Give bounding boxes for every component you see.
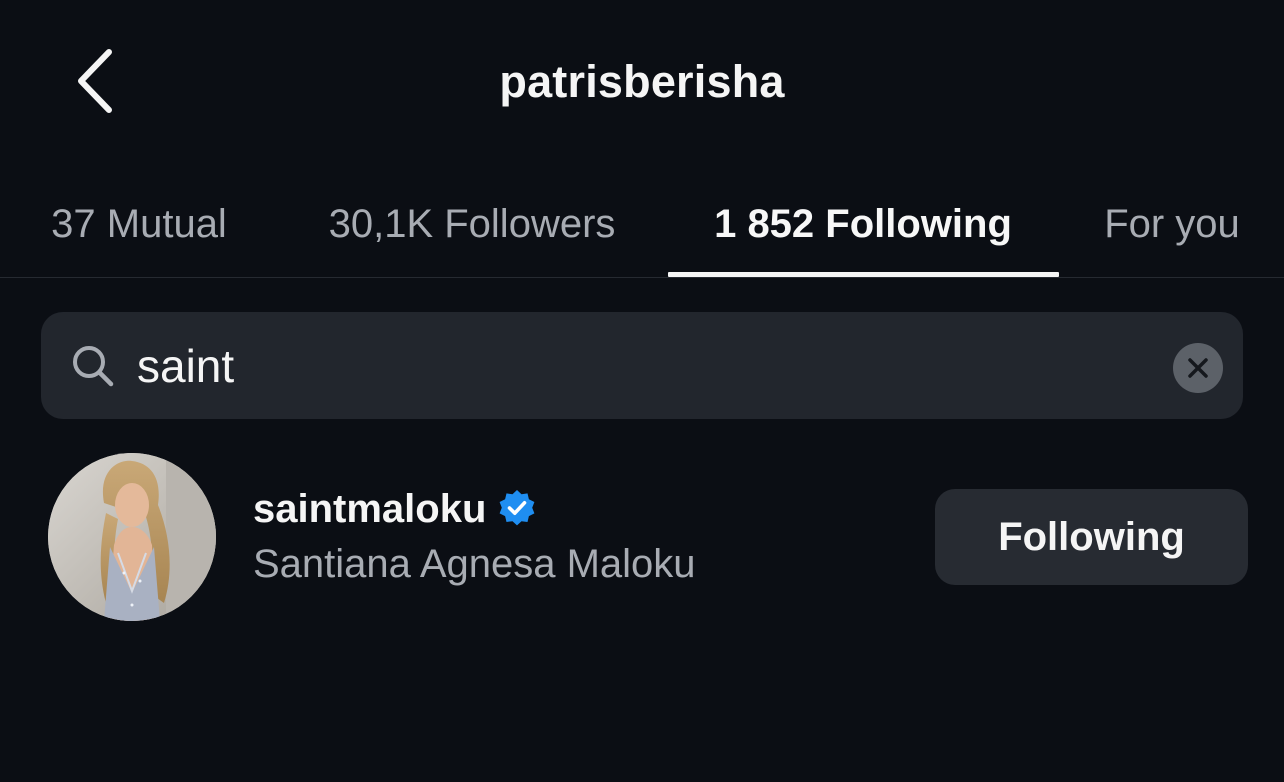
following-list-screen: patrisberisha 37 Mutual 30,1K Followers …: [0, 0, 1284, 782]
clear-search-button[interactable]: [1173, 343, 1223, 393]
tab-following[interactable]: 1 852 Following: [690, 170, 1036, 278]
username[interactable]: saintmaloku: [253, 487, 486, 532]
active-tab-indicator: [668, 272, 1059, 277]
search-input[interactable]: [137, 330, 1137, 402]
tab-mutual[interactable]: 37 Mutual: [26, 170, 252, 278]
search-bar: [41, 312, 1243, 419]
page-title: patrisberisha: [499, 56, 785, 107]
tab-for-you[interactable]: For you: [1084, 170, 1260, 278]
profile-photo: [48, 453, 216, 621]
tab-followers[interactable]: 30,1K Followers: [300, 170, 644, 278]
search-icon: [73, 346, 114, 387]
avatar[interactable]: [48, 453, 216, 621]
verified-badge-icon: [500, 490, 535, 526]
header: patrisberisha: [0, 0, 1284, 160]
close-icon: [1188, 358, 1208, 378]
following-button[interactable]: Following: [935, 489, 1248, 585]
list-item[interactable]: saintmaloku Santiana Agnesa Maloku Follo…: [0, 440, 1284, 640]
tab-bar: 37 Mutual 30,1K Followers 1 852 Followin…: [0, 170, 1284, 278]
full-name: Santiana Agnesa Maloku: [253, 542, 696, 586]
username-line: saintmaloku: [253, 484, 538, 534]
